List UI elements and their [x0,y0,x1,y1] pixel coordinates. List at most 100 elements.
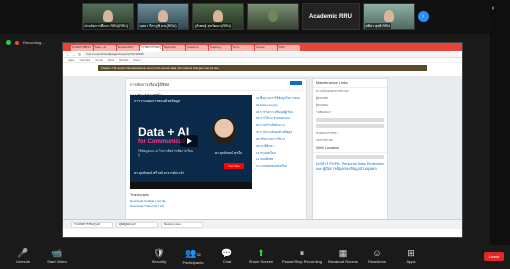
download-item[interactable]: Meeting notes [161,221,203,228]
download-item[interactable]: ระบบจัดการเรียนรู้.pdf [71,221,113,228]
start-video-button[interactable]: 📹 Start Video [40,248,74,264]
participants-icon: 👥32 [185,248,201,258]
participant-tile[interactable]: ภูริเศษฐ์ สุขวัฒนา(RRU) [191,3,244,30]
browser-tab-bar: ฝ่ายจัดการศึกษา Data + AI Moodle RRU การ… [63,43,462,51]
share-screen-icon: ⬆ [257,248,265,258]
share-screen-button[interactable]: ⬆ Share Screen [244,248,278,264]
location-field[interactable] [316,155,384,159]
chat-button[interactable]: 💬 Chat [210,248,244,264]
video-subheadline: for Communicati [138,139,186,145]
bookmark-item[interactable]: Drive [108,58,115,62]
lesson-link[interactable]: 04 การวิเคราะห์ข้อมูลผู้เรียน [256,110,306,114]
participant-tile[interactable]: บุษบา นีราภูษิ มช.(RRU) [136,3,189,30]
video-camera-icon: 📹 [51,248,63,258]
participants-button[interactable]: 👥32 Participants [176,248,210,265]
participant-tile[interactable] [246,3,299,30]
video-description: ใช้ข้อมูลและ AI ในการสื่อสารเพื่อการเรีย… [138,149,193,157]
apps-icon: ⊞ [407,248,415,258]
back-icon[interactable]: ← [66,52,70,57]
sidebar-input[interactable] [316,118,384,122]
page-title: การจัดการเรียนรู้ดิจิทัล [126,79,306,91]
sidebar-line: ผู้ช่วยสอน [316,103,329,107]
lesson-link[interactable]: 09 กรณีศึกษา [256,144,306,148]
video-gallery: ฝ่ายจัดการศึกษา RRU(RRU) บุษบา นีราภูษิ … [0,0,510,34]
play-icon[interactable] [180,135,198,147]
lesson-link[interactable]: 10 สรุปบทเรียน [256,151,306,155]
pause-recording-button[interactable]: ⏸ Pause/Stop Recording [280,248,324,264]
address-bar: ← → ↻ lms.rru.ac.th/mod/page/view.php?id… [63,51,462,58]
participant-name: ศศิธร สุทธิ RRU [364,23,392,29]
bookmark-item[interactable]: Moodle [119,58,128,62]
sidebar-line: ผู้สอนหลัก [316,96,329,100]
video-controls[interactable] [130,182,252,189]
participant-name: Academic RRU [308,13,352,20]
url-input[interactable]: lms.rru.ac.th/mod/page/view.php?id=12345 [83,51,459,57]
transcript-link[interactable]: Download Subtitle (.srt) file [130,199,166,203]
lesson-link[interactable]: 05 การใช้ AI ช่วยออกแบบ [256,117,306,121]
browser-tab[interactable]: Form [232,45,254,51]
browser-tab[interactable]: Academic [186,45,208,51]
sidebar-line: ดาวน์โหลดเอกสารประกอบ [316,89,349,93]
lesson-link[interactable]: 06 การสร้างสื่อด้วย AI [256,123,306,127]
sidebar-section-title: Web Location [313,144,387,153]
lesson-link[interactable]: 02 พื้นฐานการใช้ข้อมูลในการสอน [256,96,306,100]
bookmark-item[interactable]: Apps [68,58,74,62]
browser-tab[interactable]: Teaching [209,45,231,51]
edit-button[interactable] [290,81,302,85]
lesson-link[interactable]: 12 แบบทดสอบหลังเรียน [256,164,306,168]
lesson-links: 02 พื้นฐานการใช้ข้อมูลในการสอน 03 Data L… [256,96,306,172]
browser-tab[interactable]: RRU [278,45,300,51]
screen-share-icon [6,40,11,45]
side-panel-strip: ▮ [490,0,510,269]
lesson-link[interactable]: 03 Data Literacy [256,103,306,107]
reactions-button[interactable]: ☺ Reactions [360,248,394,264]
browser-tab[interactable]: Digital Ed [163,45,185,51]
youtube-logo: YouTube [224,163,244,169]
browser-tab[interactable]: ฝ่ายจัดการศึกษา [71,45,93,51]
reload-icon[interactable]: ↻ [78,52,81,57]
unmute-button[interactable]: 🎤 Unmute [6,248,40,264]
leave-button[interactable]: Leave [484,252,504,261]
sidebar-title: Maintenance Links [313,79,387,88]
participant-tile[interactable]: ศศิธร สุทธิ RRU [362,3,415,30]
lesson-link[interactable]: 08 จริยธรรมการใช้ AI [256,137,306,141]
participant-tile[interactable]: ฝ่ายจัดการศึกษา RRU(RRU) [81,3,134,30]
browser-tab[interactable]: Data + AI [94,45,116,51]
browser-tab[interactable]: Course [255,45,277,51]
bookmarks-bar: Apps YouTube Gmail Drive Moodle Zoom [63,58,462,63]
participant-name: ฝ่ายจัดการศึกษา RRU(RRU) [83,23,129,29]
recording-status: Recording... [23,40,45,45]
lesson-link[interactable]: 07 การประเมินผลด้วยข้อมูล [256,130,306,134]
sidebar-button[interactable] [316,124,384,128]
presenter-name: ดร.สุภลักษณ์ สุขใจ [215,151,242,155]
breakout-rooms-button[interactable]: ▦ Breakout Rooms [326,248,360,264]
zoom-toolbar: 🎤 Unmute 📹 Start Video 🛡 Security 👥32 Partic… [0,245,510,269]
security-button[interactable]: 🛡 Security [142,248,176,264]
bookmark-item[interactable]: YouTube [79,58,90,62]
chat-icon: 💬 [221,248,233,258]
transcript-link[interactable]: Download Transcript (.txt) [130,204,164,208]
video-player[interactable]: การวางแผนการสอนด้วยข้อมูล Data + AI for … [130,95,252,189]
participant-tile[interactable]: Academic RRU [301,3,360,30]
pdpa-link[interactable]: เอกสาร PDPA: Personal Data Protection Ac… [313,161,387,172]
lesson-panel: การจัดการเรียนรู้ดิจิทัล การเรียนรู้ด้วย… [125,78,307,227]
shield-icon: 🛡 [153,248,165,258]
download-item[interactable]: คู่มือผู้สอน.pdf [116,221,158,228]
participants-count: 32 [196,252,201,257]
warning-notice: Caution: The server has detected an erro… [98,65,427,71]
browser-tab-active[interactable]: การจัดการเรียนรู้ [140,45,162,51]
bookmark-item[interactable]: Gmail [95,58,102,62]
shared-browser-window: ฝ่ายจัดการศึกษา Data + AI Moodle RRU การ… [62,42,463,238]
breakout-icon: ▦ [338,248,348,258]
presenter-image [212,117,236,145]
record-icon [15,40,19,45]
bookmark-item[interactable]: Zoom [133,58,140,62]
lesson-link[interactable]: 11 แบบฝึกหัด [256,157,306,161]
browser-tab[interactable]: Moodle RRU [117,45,139,51]
forward-icon[interactable]: → [72,52,76,57]
sidebar-line: คำอธิบายรายวิชา [316,131,338,135]
participant-name: ภูริเศษฐ์ สุขวัฒนา(RRU) [193,23,233,29]
pause-icon: ⏸ [299,248,305,258]
chevron-right-icon[interactable]: › [417,11,429,22]
apps-button[interactable]: ⊞ Apps [394,248,428,264]
